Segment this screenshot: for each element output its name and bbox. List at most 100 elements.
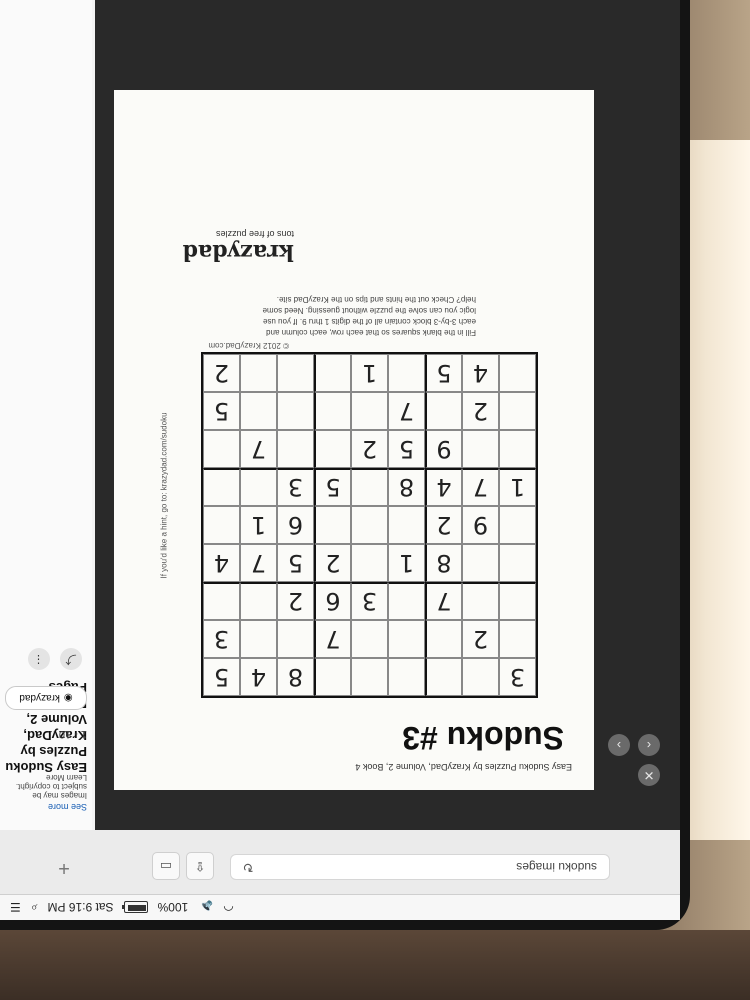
menu-bar: ◠ 🔈 100% Sat 9:16 PM ⌕ ☰ bbox=[0, 894, 680, 920]
wifi-icon[interactable]: ◠ bbox=[223, 901, 233, 915]
sudoku-cell: 2 bbox=[462, 392, 499, 430]
sudoku-cell bbox=[462, 658, 499, 696]
close-icon[interactable]: ✕ bbox=[638, 764, 660, 786]
sudoku-cell bbox=[499, 506, 536, 544]
sudoku-cell bbox=[351, 658, 388, 696]
laptop-bezel: ◠ 🔈 100% Sat 9:16 PM ⌕ ☰ sudoku images ↻… bbox=[0, 0, 690, 930]
sudoku-cell: 6 bbox=[314, 582, 351, 620]
reload-icon[interactable]: ↻ bbox=[240, 859, 256, 875]
sudoku-cell: 8 bbox=[277, 658, 314, 696]
laptop-screen: ◠ 🔈 100% Sat 9:16 PM ⌕ ☰ sudoku images ↻… bbox=[0, 0, 680, 920]
sudoku-cell: 7 bbox=[314, 620, 351, 658]
prev-icon[interactable]: ‹ bbox=[638, 734, 660, 756]
sudoku-cell: 1 bbox=[388, 544, 425, 582]
battery-icon[interactable] bbox=[123, 901, 148, 914]
clock[interactable]: Sat 9:16 PM bbox=[48, 901, 114, 915]
sudoku-cell: 2 bbox=[314, 544, 351, 582]
sudoku-cell: 7 bbox=[462, 468, 499, 506]
sudoku-cell bbox=[240, 354, 277, 392]
battery-percent: 100% bbox=[157, 900, 189, 915]
sudoku-cell bbox=[314, 658, 351, 696]
sudoku-cell: 2 bbox=[462, 620, 499, 658]
sudoku-cell bbox=[499, 544, 536, 582]
sudoku-cell bbox=[314, 506, 351, 544]
sudoku-cell bbox=[240, 582, 277, 620]
sudoku-cell: 5 bbox=[203, 658, 240, 696]
tabs-overview-icon[interactable]: ▭ bbox=[152, 852, 180, 880]
sudoku-cell bbox=[240, 620, 277, 658]
sudoku-cell bbox=[499, 620, 536, 658]
globe-icon: ◉ bbox=[63, 692, 73, 704]
sudoku-cell: 1 bbox=[240, 506, 277, 544]
sudoku-grid: 38452737362812574926117485395272754512 bbox=[201, 352, 538, 698]
sudoku-cell bbox=[462, 582, 499, 620]
sudoku-cell bbox=[388, 658, 425, 696]
sudoku-cell bbox=[203, 506, 240, 544]
sudoku-cell: 2 bbox=[277, 582, 314, 620]
sudoku-cell bbox=[203, 582, 240, 620]
sudoku-cell bbox=[314, 392, 351, 430]
volume-icon[interactable]: 🔈 bbox=[198, 901, 213, 915]
sudoku-cell bbox=[351, 544, 388, 582]
sudoku-cell: 6 bbox=[277, 506, 314, 544]
image-info-panel: See more Images may be subject to copyri… bbox=[0, 0, 92, 830]
sudoku-cell: 8 bbox=[425, 544, 462, 582]
sudoku-cell: 3 bbox=[277, 468, 314, 506]
sudoku-cell: 4 bbox=[462, 354, 499, 392]
sudoku-cell: 5 bbox=[203, 392, 240, 430]
sudoku-cell bbox=[499, 430, 536, 468]
sudoku-cell bbox=[277, 430, 314, 468]
copyright: © 2012 KrazyDad.com bbox=[208, 341, 289, 350]
next-icon[interactable]: › bbox=[608, 734, 630, 756]
sudoku-cell: 3 bbox=[203, 620, 240, 658]
search-icon[interactable]: ⌕ bbox=[31, 900, 38, 915]
sudoku-cell bbox=[425, 392, 462, 430]
address-bar[interactable]: sudoku images bbox=[230, 854, 610, 880]
sudoku-cell: 7 bbox=[425, 582, 462, 620]
see-more-link[interactable]: See more bbox=[48, 802, 87, 812]
sudoku-cell bbox=[388, 620, 425, 658]
sudoku-cell: 9 bbox=[462, 506, 499, 544]
logo-name: krazydad bbox=[182, 239, 294, 265]
sudoku-cell bbox=[314, 430, 351, 468]
sudoku-cell: 5 bbox=[314, 468, 351, 506]
sudoku-cell: 7 bbox=[388, 392, 425, 430]
krazydad-logo: krazydad tons of free puzzles bbox=[164, 229, 294, 265]
sudoku-cell: 5 bbox=[388, 430, 425, 468]
sudoku-cell bbox=[425, 620, 462, 658]
sudoku-cell: 5 bbox=[277, 544, 314, 582]
sudoku-cell: 3 bbox=[499, 658, 536, 696]
sudoku-cell bbox=[203, 468, 240, 506]
sudoku-cell bbox=[277, 392, 314, 430]
sudoku-cell: 1 bbox=[351, 354, 388, 392]
sudoku-cell: 1 bbox=[499, 468, 536, 506]
table-surface bbox=[0, 930, 750, 1000]
source-site-button[interactable]: ◉ krazydad bbox=[5, 686, 87, 710]
sudoku-cell bbox=[499, 354, 536, 392]
sudoku-cell bbox=[277, 620, 314, 658]
sudoku-cell: 7 bbox=[240, 430, 277, 468]
sudoku-cell bbox=[314, 354, 351, 392]
sudoku-cell bbox=[425, 658, 462, 696]
sudoku-cell: 7 bbox=[240, 544, 277, 582]
panel-actions: ⤴ ⋮ bbox=[22, 648, 82, 670]
puzzle-title: Sudoku #3 bbox=[402, 720, 564, 756]
new-tab-icon[interactable]: + bbox=[52, 856, 76, 880]
share-icon[interactable]: ⤴ bbox=[60, 648, 82, 670]
sudoku-document[interactable]: Easy Sudoku Puzzles by KrazyDad, Volume … bbox=[114, 90, 594, 790]
browser-toolbar: sudoku images ↻ ⇪ ▭ + bbox=[0, 829, 680, 894]
sudoku-cell bbox=[240, 468, 277, 506]
sudoku-cell bbox=[462, 430, 499, 468]
sudoku-cell bbox=[462, 544, 499, 582]
sudoku-cell bbox=[351, 468, 388, 506]
menu-list-icon[interactable]: ☰ bbox=[10, 901, 21, 915]
more-icon[interactable]: ⋮ bbox=[27, 648, 50, 670]
share-icon[interactable]: ⇪ bbox=[186, 852, 214, 880]
sudoku-cell: 4 bbox=[203, 544, 240, 582]
sudoku-cell: 9 bbox=[425, 430, 462, 468]
page-viewport: ✕ ‹ › Easy Sudoku Puzzles by KrazyDad, V… bbox=[0, 0, 680, 830]
sudoku-cell: 4 bbox=[240, 658, 277, 696]
sudoku-cell bbox=[388, 506, 425, 544]
sudoku-cell bbox=[351, 620, 388, 658]
pages-range: 1 - 10 ... bbox=[46, 728, 87, 740]
